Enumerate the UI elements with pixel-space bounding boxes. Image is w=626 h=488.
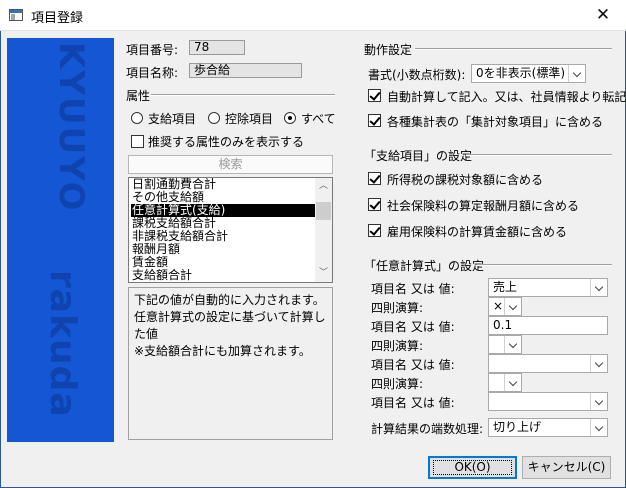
employment-insurance-label[interactable]: 雇用保険料の計算賃金額に含める <box>387 223 567 240</box>
chevron-down-icon[interactable] <box>590 393 607 410</box>
formula-op-label: 四則演算: <box>371 339 424 353</box>
formula-item-2-field[interactable]: 0.1 <box>488 316 608 335</box>
payment-settings-divider <box>466 154 612 156</box>
formula-op-1-value: × <box>493 299 504 313</box>
formula-item-4-select[interactable] <box>488 392 608 411</box>
search-button[interactable]: 検索 <box>128 155 333 174</box>
app-window-icon <box>9 9 23 21</box>
formula-op-3-select[interactable] <box>488 373 522 392</box>
employment-insurance-checkbox[interactable] <box>368 224 381 237</box>
description-line: 下記の値が自動的に入力されます。 <box>134 293 325 307</box>
cancel-button[interactable]: キャンセル(C) <box>522 456 611 479</box>
format-label: 書式(小数点桁数): <box>368 68 466 82</box>
summary-target-label[interactable]: 各種集計表の「集計対象項目」に含める <box>387 113 603 130</box>
attribute-description: 下記の値が自動的に入力されます。 任意計算式の設定に基づいて計算し た値 ※支給… <box>128 287 333 440</box>
list-scrollbar[interactable]: ︿ ﹀ <box>315 178 332 282</box>
formula-item-label: 項目名 又は 値: <box>371 396 455 410</box>
banner-logo-text: rakuda <box>42 270 83 418</box>
chevron-down-icon[interactable] <box>590 419 607 436</box>
description-line: ※支給額合計にも加算されます。 <box>134 344 311 358</box>
cancel-button-label: キャンセル(C) <box>527 460 606 474</box>
formula-op-2-select[interactable] <box>488 335 522 354</box>
formula-item-label: 項目名 又は 値: <box>371 282 455 296</box>
income-tax-label[interactable]: 所得税の課税対象額に含める <box>387 171 543 188</box>
chevron-down-icon[interactable] <box>590 279 607 296</box>
formula-settings-header: 「任意計算式」の設定 <box>364 259 485 273</box>
item-number-field: 78 <box>189 40 245 55</box>
scroll-down-icon[interactable]: ﹀ <box>315 265 332 282</box>
formula-op-label: 四則演算: <box>371 301 424 315</box>
attributes-header: 属性 <box>126 89 151 103</box>
rounding-label: 計算結果の端数処理: <box>371 422 484 436</box>
formula-item-1-select[interactable]: 売上 <box>488 278 608 297</box>
formula-item-1-value: 売上 <box>493 280 518 294</box>
banner-logo-text: KYUUYO <box>51 42 91 213</box>
format-select-value: 0を非表示(標準) <box>476 66 565 80</box>
attribute-listbox[interactable]: 日割通勤費合計 その他支給額 任意計算式(支給) 課税支給額合計 非課税支給額合… <box>128 177 333 283</box>
radio-payment-items-label[interactable]: 支給項目 <box>148 110 196 127</box>
auto-calc-label[interactable]: 自動計算して記入。又は、社員情報より転記 <box>387 88 626 105</box>
settings-divider <box>415 48 612 50</box>
rounding-select[interactable]: 切り上げ <box>488 418 608 437</box>
radio-deduction-items[interactable] <box>208 112 220 124</box>
chevron-down-icon[interactable] <box>504 336 521 353</box>
formula-settings-divider <box>477 264 612 266</box>
window-title: 項目登録 <box>31 11 84 26</box>
social-insurance-label[interactable]: 社会保険料の算定報酬月額に含める <box>387 197 579 214</box>
title-bar: 項目登録 ✕ <box>0 0 626 31</box>
income-tax-checkbox[interactable] <box>368 172 381 185</box>
brand-banner: KYUUYO rakuda <box>7 38 114 442</box>
chevron-down-icon[interactable] <box>590 355 607 372</box>
focus-rect <box>433 460 512 475</box>
description-line: 任意計算式の設定に基づいて計算し <box>134 310 326 324</box>
chevron-down-icon[interactable] <box>504 298 521 315</box>
radio-payment-items[interactable] <box>131 112 143 124</box>
scroll-thumb[interactable] <box>316 202 331 220</box>
radio-all-items[interactable] <box>284 112 296 124</box>
formula-op-label: 四則演算: <box>371 377 424 391</box>
auto-calc-checkbox[interactable] <box>368 89 381 102</box>
rounding-select-value: 切り上げ <box>493 420 542 434</box>
radio-all-items-label[interactable]: すべて <box>301 110 336 127</box>
window-border-left <box>0 31 1 488</box>
formula-item-3-select[interactable] <box>488 354 608 373</box>
list-item[interactable]: 支給額合計 <box>131 269 315 282</box>
attributes-divider <box>151 94 335 96</box>
payment-settings-header: 「支給項目」の設定 <box>364 149 473 163</box>
social-insurance-checkbox[interactable] <box>368 198 381 211</box>
scroll-up-icon[interactable]: ︿ <box>315 178 332 195</box>
radio-deduction-items-label[interactable]: 控除項目 <box>225 110 273 127</box>
item-name-label: 項目名称: <box>126 66 179 80</box>
formula-item-2-value: 0.1 <box>493 318 513 332</box>
settings-header: 動作設定 <box>364 43 413 57</box>
ok-button[interactable]: OK(O) <box>428 456 517 479</box>
chevron-down-icon[interactable] <box>504 374 521 391</box>
close-icon[interactable]: ✕ <box>580 0 626 31</box>
summary-target-checkbox[interactable] <box>368 114 381 127</box>
chevron-down-icon[interactable] <box>568 65 585 82</box>
item-name-field: 歩合給 <box>189 63 302 78</box>
recommended-only-label[interactable]: 推奨する属性のみを表示する <box>148 133 304 150</box>
recommended-only-checkbox[interactable] <box>131 135 144 148</box>
formula-item-label: 項目名 又は 値: <box>371 358 455 372</box>
formula-item-label: 項目名 又は 値: <box>371 320 455 334</box>
formula-op-1-select[interactable]: × <box>488 297 522 316</box>
item-number-label: 項目番号: <box>126 43 179 57</box>
format-select[interactable]: 0を非表示(標準) <box>471 64 586 83</box>
description-line: た値 <box>134 327 159 341</box>
